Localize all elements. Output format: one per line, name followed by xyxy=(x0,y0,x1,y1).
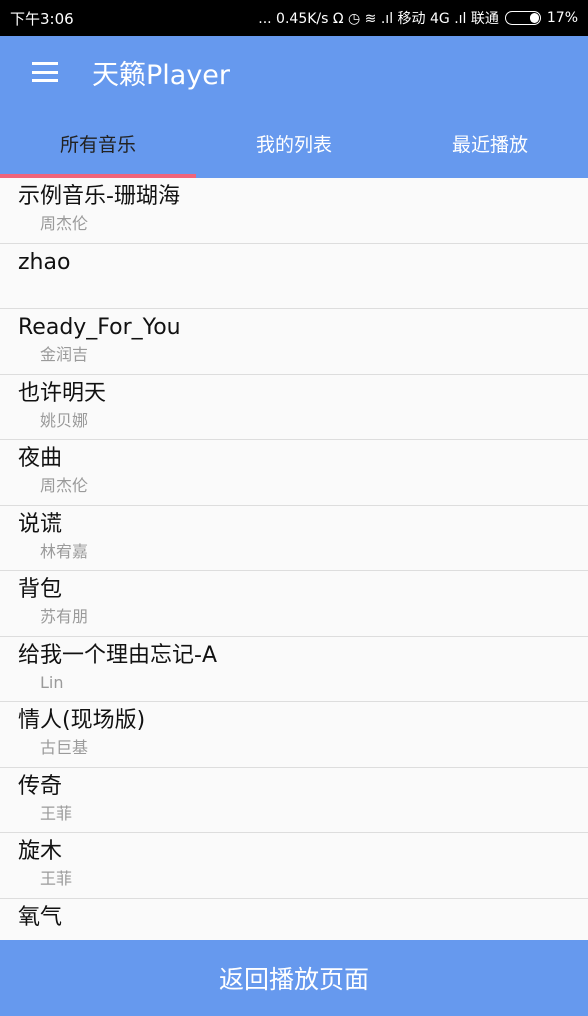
song-title: Ready_For_You xyxy=(18,315,181,340)
song-title: 给我一个理由忘记-A xyxy=(18,642,217,668)
song-title: 情人(现场版) xyxy=(18,708,146,733)
song-title: 传奇 xyxy=(18,773,63,799)
status-time: 下午3:06 xyxy=(10,9,74,28)
song-title: 也许明天 xyxy=(18,380,107,406)
song-artist: 金润吉 xyxy=(40,345,89,364)
song-artist: 周杰伦 xyxy=(40,476,89,495)
song-title: 背包 xyxy=(18,577,63,602)
status-indicators: ... 0.45K/s Ω ◷ ≋ .ıl 移动 4G .ıl 联通 17% xyxy=(258,8,578,28)
list-item[interactable]: 背包 苏有朋 xyxy=(0,571,588,637)
song-artist: 古巨基 xyxy=(40,738,89,757)
song-title: zhao xyxy=(18,249,71,275)
tab-bar: 所有音乐 我的列表 最近播放 xyxy=(0,108,588,178)
song-list[interactable]: 示例音乐-珊瑚海 周杰伦 zhao Ready_For_You 金润吉 也许明天… xyxy=(0,178,588,940)
tab-my-list[interactable]: 我的列表 xyxy=(196,108,392,178)
list-item[interactable]: Ready_For_You 金润吉 xyxy=(0,309,588,375)
app-bar: 天籁Player xyxy=(0,36,588,108)
battery-icon xyxy=(504,11,541,25)
list-item[interactable]: 情人(现场版) 古巨基 xyxy=(0,702,588,768)
song-artist: 苏有朋 xyxy=(40,607,89,626)
tab-all-music[interactable]: 所有音乐 xyxy=(0,108,196,178)
list-item[interactable]: 示例音乐-珊瑚海 周杰伦 xyxy=(0,178,588,244)
list-item[interactable]: 夜曲 周杰伦 xyxy=(0,440,588,506)
song-artist: 周杰伦 xyxy=(40,214,89,233)
song-title: 示例音乐-珊瑚海 xyxy=(18,184,180,209)
list-item[interactable]: 旋木 王菲 xyxy=(0,833,588,899)
list-item[interactable]: 给我一个理由忘记-A Lin xyxy=(0,637,588,702)
song-artist: 姚贝娜 xyxy=(40,410,89,430)
list-item[interactable]: 也许明天 姚贝娜 xyxy=(0,375,588,440)
song-title: 说谎 xyxy=(18,511,63,537)
tab-recent[interactable]: 最近播放 xyxy=(392,108,588,178)
back-to-player-button[interactable]: 返回播放页面 xyxy=(0,940,588,1016)
song-title: 氧气 xyxy=(18,904,63,930)
song-artist: 林宥嘉 xyxy=(40,541,89,561)
list-item[interactable]: 氧气 xyxy=(0,899,588,941)
list-item[interactable]: 说谎 林宥嘉 xyxy=(0,506,588,571)
status-network-info: ... 0.45K/s Ω ◷ ≋ .ıl 移动 4G .ıl 联通 xyxy=(258,11,499,27)
song-artist: 王菲 xyxy=(40,869,73,888)
list-item[interactable]: zhao xyxy=(0,244,588,309)
list-item[interactable]: 传奇 王菲 xyxy=(0,768,588,833)
hamburger-icon[interactable] xyxy=(32,62,58,82)
song-artist: Lin xyxy=(40,672,64,692)
battery-level: 17% xyxy=(546,10,578,26)
song-title: 夜曲 xyxy=(18,446,63,471)
status-bar: 下午3:06 ... 0.45K/s Ω ◷ ≋ .ıl 移动 4G .ıl 联… xyxy=(0,0,588,36)
song-artist: 王菲 xyxy=(40,803,73,823)
app-title: 天籁Player xyxy=(92,59,231,91)
song-title: 旋木 xyxy=(18,839,63,864)
app-screen: 下午3:06 ... 0.45K/s Ω ◷ ≋ .ıl 移动 4G .ıl 联… xyxy=(0,0,588,1016)
